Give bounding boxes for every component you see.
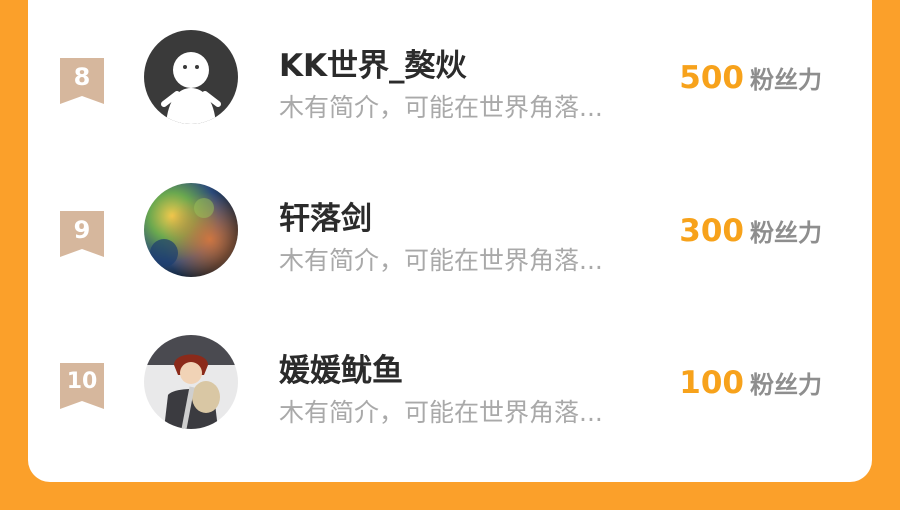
user-bio: 木有简介，可能在世界角落... xyxy=(279,246,603,275)
ranking-row-9[interactable]: 9 轩落剑 木有简介，可能在世界角落... 300 粉丝力 xyxy=(28,173,872,293)
user-name[interactable]: KK世界_獒炏 xyxy=(279,40,467,85)
rank-badge: 8 xyxy=(60,58,104,104)
fans-power-label: 粉丝力 xyxy=(750,219,822,247)
ranking-card: 8 KK世界_獒炏 木有简介，可能在世界角落... 500 粉丝力 9 轩落剑 … xyxy=(28,0,872,482)
fans-power: 100 粉丝力 xyxy=(679,365,822,401)
fans-power-label: 粉丝力 xyxy=(750,66,822,94)
avatar[interactable] xyxy=(144,335,238,429)
fans-power: 300 粉丝力 xyxy=(679,213,822,249)
rank-number: 10 xyxy=(66,369,98,394)
user-name[interactable]: 媛媛鱿鱼 xyxy=(279,345,403,390)
rank-badge: 9 xyxy=(60,211,104,257)
avatar[interactable] xyxy=(144,30,238,124)
ranking-row-8[interactable]: 8 KK世界_獒炏 木有简介，可能在世界角落... 500 粉丝力 xyxy=(28,20,872,140)
user-bio: 木有简介，可能在世界角落... xyxy=(279,398,603,427)
fans-power-label: 粉丝力 xyxy=(750,371,822,399)
fans-power-value: 300 xyxy=(679,213,744,249)
fans-power-value: 500 xyxy=(679,60,744,96)
user-name[interactable]: 轩落剑 xyxy=(279,193,372,238)
user-bio: 木有简介，可能在世界角落... xyxy=(279,93,603,122)
rank-badge: 10 xyxy=(60,363,104,409)
fans-power: 500 粉丝力 xyxy=(679,60,822,96)
anime-character-avatar-icon xyxy=(144,335,238,429)
fans-power-value: 100 xyxy=(679,365,744,401)
rank-number: 9 xyxy=(73,216,91,244)
nebula-avatar-icon xyxy=(144,183,238,277)
default-person-avatar-icon xyxy=(144,30,238,124)
rank-number: 8 xyxy=(73,63,91,91)
avatar[interactable] xyxy=(144,183,238,277)
ranking-row-10[interactable]: 10 媛媛鱿鱼 木有简介，可能在世界角落... 100 粉丝力 xyxy=(28,325,872,445)
